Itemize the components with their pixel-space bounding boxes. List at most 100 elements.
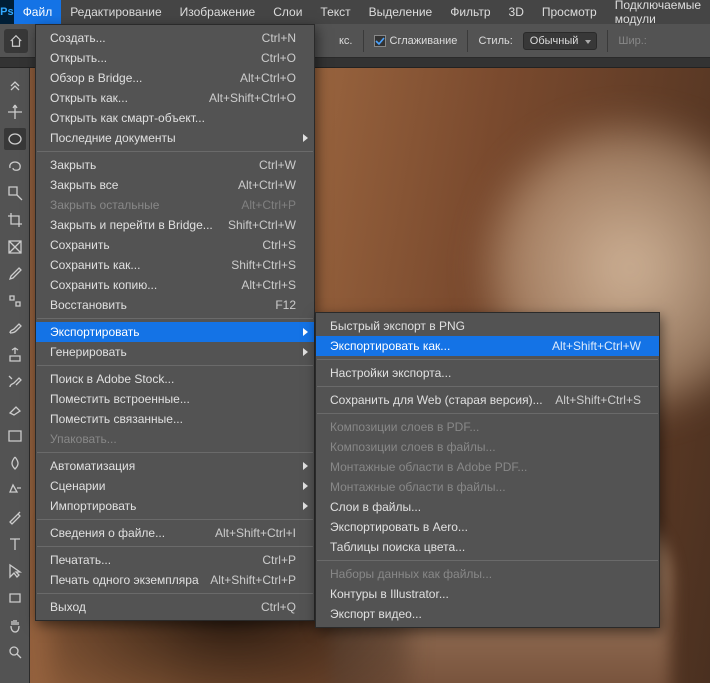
menu-item-label: Открыть как смарт-объект... (50, 111, 296, 125)
menu-item-shortcut: Alt+Ctrl+O (240, 71, 296, 85)
separator (363, 30, 364, 52)
tool-dodge[interactable] (4, 479, 26, 501)
tool-healing[interactable] (4, 290, 26, 312)
menu-item-label: Монтажные области в Adobe PDF... (330, 460, 641, 474)
export-submenu-item-13[interactable]: Таблицы поиска цвета... (316, 537, 659, 557)
menu-item-shortcut: Ctrl+O (261, 51, 296, 65)
menu-item-label: Экспортировать в Aero... (330, 520, 641, 534)
file-menu-item-11[interactable]: СохранитьCtrl+S (36, 235, 314, 255)
file-menu-item-5[interactable]: Последние документы (36, 128, 314, 148)
menu-item-label: Открыть... (50, 51, 261, 65)
menu-item-label: Упаковать... (50, 432, 296, 446)
menu-item-label: Создать... (50, 31, 262, 45)
menu-файл[interactable]: Файл (14, 0, 62, 24)
file-menu-item-19[interactable]: Поиск в Adobe Stock... (36, 369, 314, 389)
file-menu-item-12[interactable]: Сохранить как...Shift+Ctrl+S (36, 255, 314, 275)
tool-gradient[interactable] (4, 425, 26, 447)
menu-item-label: Закрыть (50, 158, 259, 172)
home-button[interactable] (4, 29, 28, 53)
menu-item-label: Монтажные области в файлы... (330, 480, 641, 494)
menu-item-label: Закрыть и перейти в Bridge... (50, 218, 228, 232)
file-menu-item-25[interactable]: Сценарии (36, 476, 314, 496)
menu-item-shortcut: Ctrl+N (262, 31, 296, 45)
app-logo: Ps (0, 0, 14, 24)
tool-move[interactable] (4, 101, 26, 123)
file-menu-item-8[interactable]: Закрыть всеAlt+Ctrl+W (36, 175, 314, 195)
export-submenu-item-9: Монтажные области в Adobe PDF... (316, 457, 659, 477)
tool-frame[interactable] (4, 236, 26, 258)
tools-panel (0, 68, 30, 683)
submenu-arrow-icon (303, 502, 308, 510)
file-menu-item-4[interactable]: Открыть как смарт-объект... (36, 108, 314, 128)
menu-3d[interactable]: 3D (500, 0, 533, 24)
export-submenu-item-7: Композиции слоев в PDF... (316, 417, 659, 437)
menu-изображение[interactable]: Изображение (171, 0, 265, 24)
file-menu-item-30[interactable]: Печатать...Ctrl+P (36, 550, 314, 570)
export-submenu-item-16[interactable]: Контуры в Illustrator... (316, 584, 659, 604)
export-submenu-item-1[interactable]: Экспортировать как...Alt+Shift+Ctrl+W (316, 336, 659, 356)
file-menu-item-10[interactable]: Закрыть и перейти в Bridge...Shift+Ctrl+… (36, 215, 314, 235)
file-menu-item-3[interactable]: Открыть как...Alt+Shift+Ctrl+O (36, 88, 314, 108)
file-menu-item-1[interactable]: Открыть...Ctrl+O (36, 48, 314, 68)
export-submenu-item-0[interactable]: Быстрый экспорт в PNG (316, 316, 659, 336)
file-menu-item-2[interactable]: Обзор в Bridge...Alt+Ctrl+O (36, 68, 314, 88)
menu-редактирование[interactable]: Редактирование (61, 0, 170, 24)
tool-clone[interactable] (4, 344, 26, 366)
tool-rectangle[interactable] (4, 587, 26, 609)
file-menu-item-13[interactable]: Сохранить копию...Alt+Ctrl+S (36, 275, 314, 295)
menu-текст[interactable]: Текст (311, 0, 359, 24)
menu-item-label: Печатать... (50, 553, 262, 567)
menu-separator (37, 593, 313, 594)
menu-item-label: Сохранить (50, 238, 262, 252)
tool-hand[interactable] (4, 614, 26, 636)
file-menu-item-7[interactable]: ЗакрытьCtrl+W (36, 155, 314, 175)
file-menu-item-24[interactable]: Автоматизация (36, 456, 314, 476)
toolbar-collapse-icon[interactable] (4, 74, 26, 96)
tool-brush[interactable] (4, 317, 26, 339)
file-menu-item-0[interactable]: Создать...Ctrl+N (36, 28, 314, 48)
tool-eyedropper[interactable] (4, 263, 26, 285)
tool-object-select[interactable] (4, 182, 26, 204)
tool-zoom[interactable] (4, 641, 26, 663)
export-submenu-item-17[interactable]: Экспорт видео... (316, 604, 659, 624)
file-menu-item-21[interactable]: Поместить связанные... (36, 409, 314, 429)
menu-просмотр[interactable]: Просмотр (533, 0, 606, 24)
export-submenu-item-3[interactable]: Настройки экспорта... (316, 363, 659, 383)
home-icon (9, 34, 23, 48)
tool-path-select[interactable] (4, 560, 26, 582)
px-suffix: кс. (339, 35, 353, 47)
menu-подключаемые модули[interactable]: Подключаемые модули (606, 0, 710, 24)
menu-item-shortcut: Alt+Shift+Ctrl+P (210, 573, 296, 587)
export-submenu-item-12[interactable]: Экспортировать в Aero... (316, 517, 659, 537)
tool-lasso[interactable] (4, 155, 26, 177)
export-submenu-item-11[interactable]: Слои в файлы... (316, 497, 659, 517)
style-select[interactable]: Обычный (523, 32, 598, 50)
menu-выделение[interactable]: Выделение (360, 0, 442, 24)
menu-фильтр[interactable]: Фильтр (441, 0, 499, 24)
tool-pen[interactable] (4, 506, 26, 528)
tool-marquee-ellipse[interactable] (4, 128, 26, 150)
file-menu-item-33[interactable]: ВыходCtrl+Q (36, 597, 314, 617)
tool-history-brush[interactable] (4, 371, 26, 393)
file-menu-item-17[interactable]: Генерировать (36, 342, 314, 362)
menu-item-label: Восстановить (50, 298, 275, 312)
file-menu-item-31[interactable]: Печать одного экземпляраAlt+Shift+Ctrl+P (36, 570, 314, 590)
file-menu-item-28[interactable]: Сведения о файле...Alt+Shift+Ctrl+I (36, 523, 314, 543)
menu-item-label: Контуры в Illustrator... (330, 587, 641, 601)
tool-type[interactable] (4, 533, 26, 555)
file-menu-item-14[interactable]: ВосстановитьF12 (36, 295, 314, 315)
tool-blur[interactable] (4, 452, 26, 474)
export-submenu-item-5[interactable]: Сохранить для Web (старая версия)...Alt+… (316, 390, 659, 410)
menu-item-label: Быстрый экспорт в PNG (330, 319, 641, 333)
file-menu-item-16[interactable]: Экспортировать (36, 322, 314, 342)
checkbox-icon (374, 35, 386, 47)
menu-separator (317, 386, 658, 387)
menu-separator (317, 359, 658, 360)
smoothing-checkbox[interactable]: Сглаживание (374, 35, 458, 47)
tool-crop[interactable] (4, 209, 26, 231)
menu-слои[interactable]: Слои (264, 0, 311, 24)
file-menu-item-9: Закрыть остальныеAlt+Ctrl+P (36, 195, 314, 215)
file-menu-item-26[interactable]: Импортировать (36, 496, 314, 516)
file-menu-item-20[interactable]: Поместить встроенные... (36, 389, 314, 409)
tool-eraser[interactable] (4, 398, 26, 420)
